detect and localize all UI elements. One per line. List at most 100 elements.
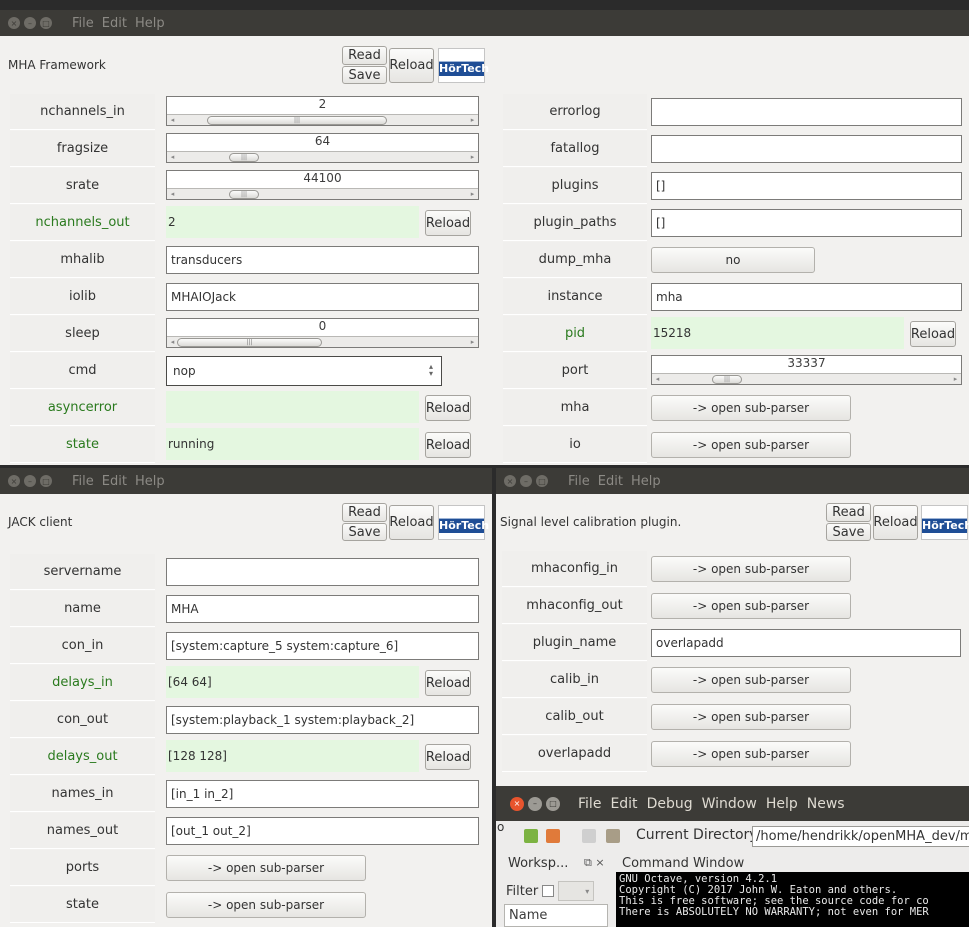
srate-slider-track[interactable]: ◂ ||| ▸ [167,188,478,199]
new-script-icon[interactable] [524,829,538,843]
name-field[interactable]: MHA [166,595,479,623]
arrow-right-icon[interactable]: ▸ [468,337,477,347]
fragsize-slider[interactable]: 64 ◂ ||| ▸ [166,133,479,163]
maximize-icon[interactable]: □ [546,796,560,811]
close-icon[interactable]: × [504,475,516,487]
menu-edit[interactable]: Edit [102,16,127,31]
save-button[interactable]: Save [342,66,387,84]
read-button[interactable]: Read [342,46,387,65]
names-in-field[interactable]: [in_1 in_2] [166,780,479,808]
maximize-icon[interactable]: □ [40,475,52,487]
fatallog-field[interactable] [651,135,962,163]
mhaconfig-out-subparser-button[interactable]: -> open sub-parser [651,593,851,619]
menu-debug[interactable]: Debug [647,796,693,812]
filter-dropdown[interactable]: ▾ [558,881,595,901]
overlapadd-subparser-button[interactable]: -> open sub-parser [651,741,851,767]
save-button[interactable]: Save [342,523,387,541]
errorlog-field[interactable] [651,98,962,126]
arrow-left-icon[interactable]: ◂ [168,152,177,162]
undock-icon[interactable]: ⧉ × [584,856,605,870]
arrow-right-icon[interactable]: ▸ [468,152,477,162]
nchannels-in-slider-track[interactable]: ◂ ||| ▸ [167,114,478,125]
asyncerror-reload-button[interactable]: Reload [425,395,471,421]
minimize-icon[interactable]: – [24,475,36,487]
ports-subparser-button[interactable]: -> open sub-parser [166,855,366,881]
menu-help[interactable]: Help [631,474,661,489]
menu-window[interactable]: Window [702,796,757,812]
con-out-field[interactable]: [system:playback_1 system:playback_2] [166,706,479,734]
maximize-icon[interactable]: □ [40,17,52,29]
port-slider-track[interactable]: ◂ ||| ▸ [652,373,961,384]
sleep-slider-track[interactable]: ◂ ||| ▸ [167,336,478,347]
copy-icon[interactable] [582,829,596,843]
nchannels-in-slider-thumb[interactable]: ||| [207,116,387,125]
reload-button[interactable]: Reload [389,48,434,83]
close-icon[interactable]: × [8,475,20,487]
octave-terminal[interactable]: GNU Octave, version 4.2.1 Copyright (C) 2… [616,872,969,927]
iolib-field[interactable]: MHAIOJack [166,283,479,311]
dump-mha-toggle[interactable]: no [651,247,815,273]
plugins-field[interactable]: [] [651,172,962,200]
menu-edit[interactable]: Edit [102,474,127,489]
menu-file[interactable]: File [72,474,94,489]
arrow-left-icon[interactable]: ◂ [168,337,177,347]
arrow-left-icon[interactable]: ◂ [168,189,177,199]
arrow-right-icon[interactable]: ▸ [951,374,960,384]
pid-reload-button[interactable]: Reload [910,321,956,347]
io-subparser-button[interactable]: -> open sub-parser [651,432,851,458]
plugin-paths-field[interactable]: [] [651,209,962,237]
port-slider-thumb[interactable]: ||| [712,375,742,384]
minimize-icon[interactable]: – [528,796,542,811]
menu-help[interactable]: Help [766,796,798,812]
open-folder-icon[interactable] [546,829,560,843]
instance-field[interactable]: mha [651,283,962,311]
close-icon[interactable]: × [8,17,20,29]
calib-out-subparser-button[interactable]: -> open sub-parser [651,704,851,730]
fragsize-slider-thumb[interactable]: ||| [229,153,259,162]
name-column-header[interactable]: Name [504,904,608,927]
menu-help[interactable]: Help [135,474,165,489]
port-slider[interactable]: 33337 ◂ ||| ▸ [651,355,962,385]
reload-button[interactable]: Reload [873,505,918,540]
nchannels-in-slider[interactable]: 2 ◂ ||| ▸ [166,96,479,126]
menu-edit[interactable]: Edit [598,474,623,489]
arrow-right-icon[interactable]: ▸ [468,115,477,125]
fragsize-slider-track[interactable]: ◂ ||| ▸ [167,151,478,162]
minimize-icon[interactable]: – [520,475,532,487]
current-directory-input[interactable]: /home/hendrikk/openMHA_dev/m [752,826,969,847]
plugin-name-field[interactable]: overlapadd [651,629,961,657]
names-out-field[interactable]: [out_1 out_2] [166,817,479,845]
mhaconfig-in-subparser-button[interactable]: -> open sub-parser [651,556,851,582]
maximize-icon[interactable]: □ [536,475,548,487]
read-button[interactable]: Read [826,503,871,522]
srate-slider[interactable]: 44100 ◂ ||| ▸ [166,170,479,200]
close-icon[interactable]: × [510,796,524,811]
mhalib-field[interactable]: transducers [166,246,479,274]
srate-slider-thumb[interactable]: ||| [229,190,259,199]
paste-icon[interactable] [606,829,620,843]
delays-out-reload-button[interactable]: Reload [425,744,471,770]
sleep-slider[interactable]: 0 ◂ ||| ▸ [166,318,479,348]
sleep-slider-thumb[interactable]: ||| [177,338,322,347]
menu-news[interactable]: News [807,796,845,812]
state-subparser-button[interactable]: -> open sub-parser [166,892,366,918]
menu-help[interactable]: Help [135,16,165,31]
workspace-tab[interactable]: Worksp... [508,856,568,871]
con-in-field[interactable]: [system:capture_5 system:capture_6] [166,632,479,660]
state-reload-button[interactable]: Reload [425,432,471,458]
arrow-left-icon[interactable]: ◂ [168,115,177,125]
menu-file[interactable]: File [72,16,94,31]
servername-field[interactable] [166,558,479,586]
arrow-left-icon[interactable]: ◂ [653,374,662,384]
cmd-select[interactable]: nop ▴ ▾ [166,356,442,386]
filter-checkbox[interactable] [542,885,555,897]
read-button[interactable]: Read [342,503,387,522]
delays-in-reload-button[interactable]: Reload [425,670,471,696]
menu-file[interactable]: File [568,474,590,489]
menu-file[interactable]: File [578,796,601,812]
reload-button[interactable]: Reload [389,505,434,540]
mha-subparser-button[interactable]: -> open sub-parser [651,395,851,421]
save-button[interactable]: Save [826,523,871,541]
menu-edit[interactable]: Edit [610,796,637,812]
calib-in-subparser-button[interactable]: -> open sub-parser [651,667,851,693]
